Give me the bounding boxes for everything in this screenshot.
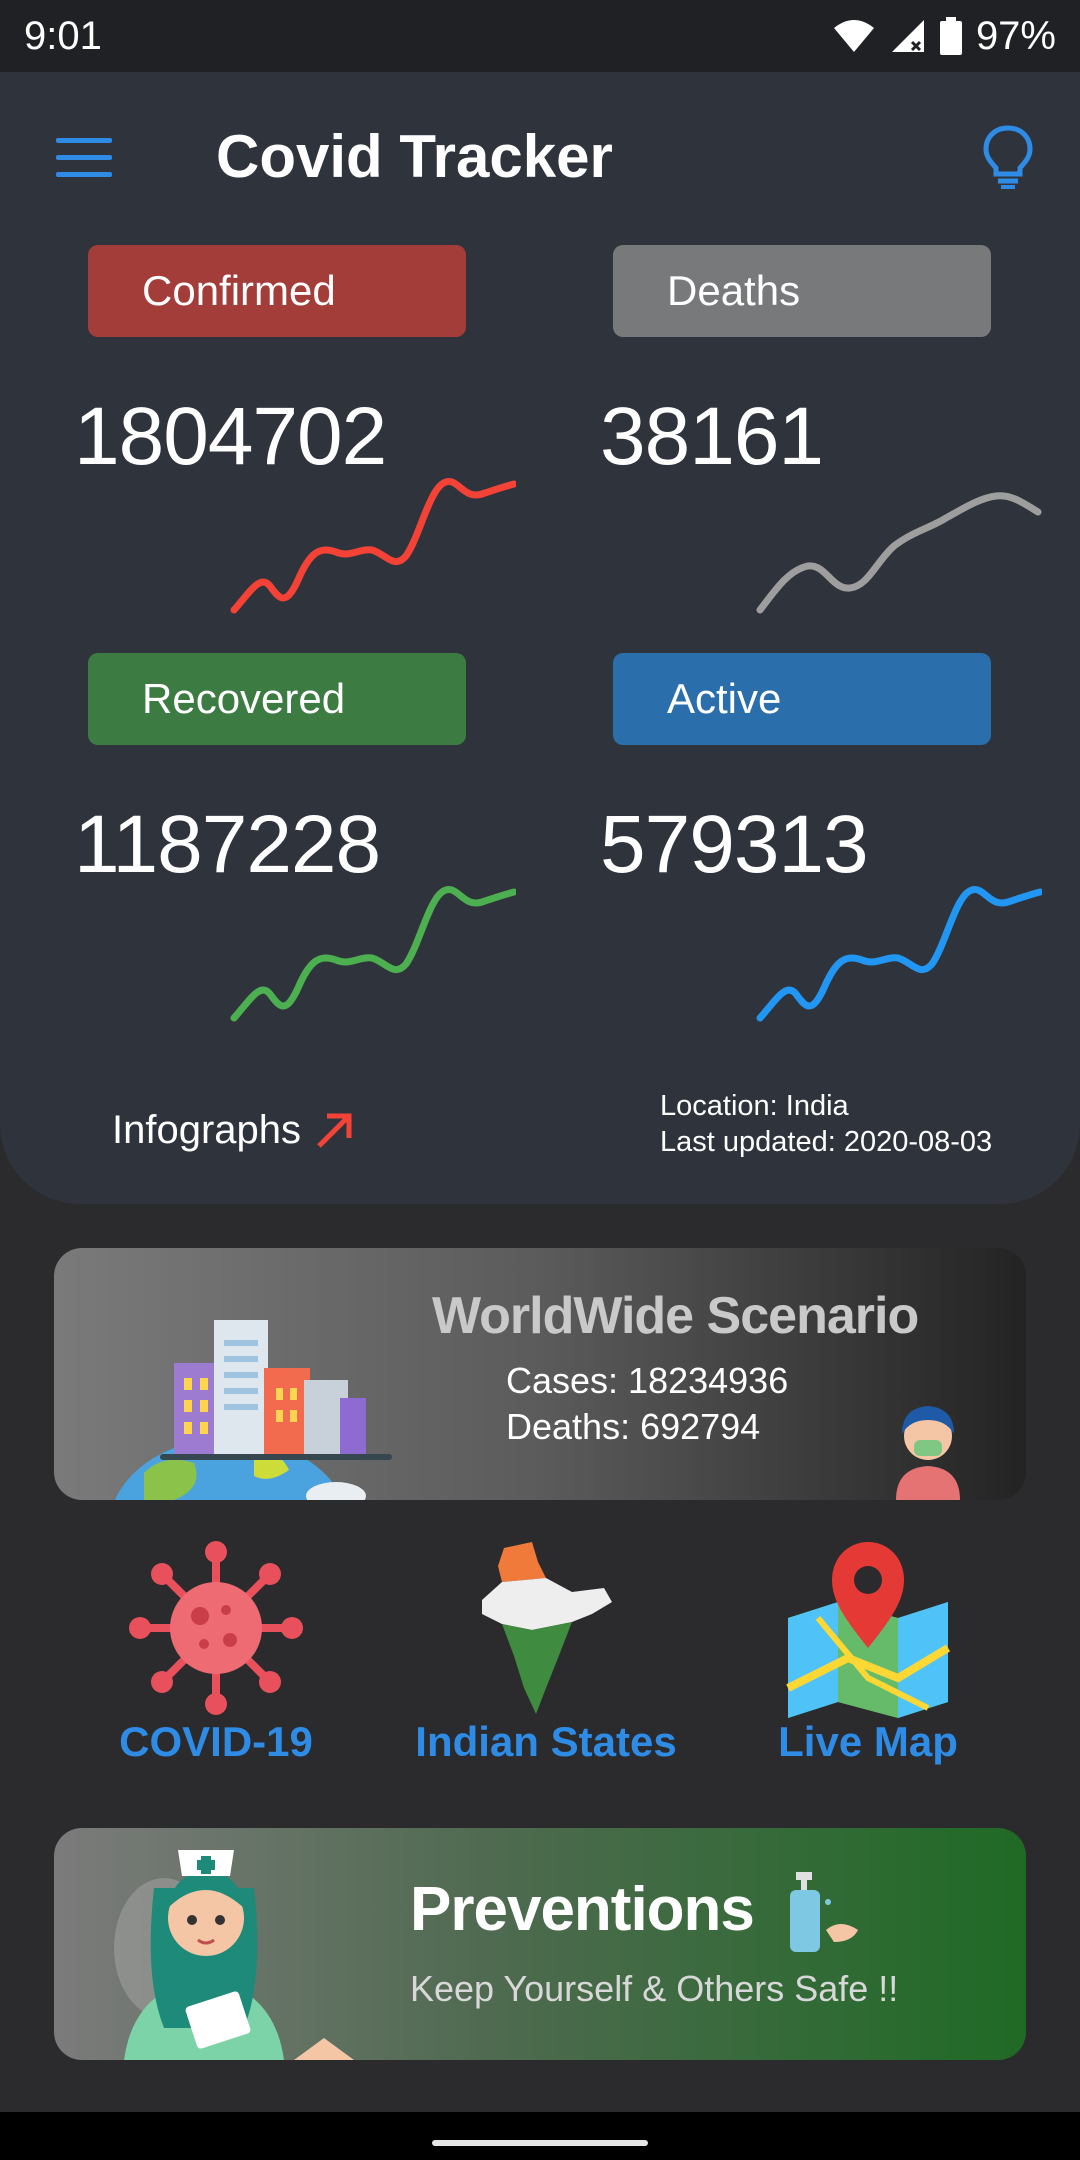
active-badge[interactable]: Active	[613, 653, 991, 745]
worldwide-cases: Cases: 18234936	[506, 1360, 789, 1401]
confirmed-badge[interactable]: Confirmed	[88, 245, 466, 337]
recovered-badge[interactable]: Recovered	[88, 653, 466, 745]
deaths-badge[interactable]: Deaths	[613, 245, 991, 337]
covid19-label: COVID-19	[119, 1718, 313, 1765]
stats-panel	[0, 72, 1080, 1204]
city-globe-illustration	[114, 1320, 392, 1500]
worldwide-deaths: Deaths: 692794	[506, 1406, 761, 1447]
covid19-shortcut[interactable]: COVID-19	[66, 1538, 366, 1778]
india-map-icon	[482, 1542, 612, 1714]
wifi-icon	[833, 20, 874, 52]
indian-states-label: Indian States	[415, 1718, 677, 1765]
menu-icon[interactable]	[56, 138, 112, 178]
map-pin-icon	[786, 1542, 951, 1718]
indian-states-shortcut[interactable]: Indian States	[396, 1538, 696, 1778]
hand-sanitizer-icon	[790, 1872, 858, 1952]
live-map-label: Live Map	[778, 1718, 958, 1765]
arrow-up-right-icon	[317, 1113, 352, 1148]
app-title: Covid Tracker	[216, 123, 613, 190]
worldwide-title: WorldWide Scenario	[432, 1287, 919, 1345]
battery-icon	[939, 17, 962, 55]
nurse-illustration	[114, 1850, 354, 2060]
status-icons: 97%	[832, 14, 1056, 59]
worldwide-card[interactable]: WorldWide Scenario Cases: 18234936 Death…	[54, 1248, 1026, 1500]
last-updated-text: Last updated: 2020-08-03	[660, 1126, 993, 1158]
recovered-sparkline	[230, 886, 516, 1022]
virus-icon	[129, 1541, 303, 1715]
lightbulb-icon[interactable]	[980, 124, 1036, 190]
signal-icon	[891, 20, 924, 52]
masked-person-icon	[896, 1406, 960, 1500]
status-bar: 9:01 97%	[0, 0, 1080, 72]
preventions-card[interactable]: Preventions Keep Yourself & Others Safe …	[54, 1828, 1026, 2060]
live-map-shortcut[interactable]: Live Map	[718, 1538, 1018, 1778]
status-time: 9:01	[24, 13, 102, 58]
home-gesture-handle[interactable]	[432, 2140, 648, 2146]
preventions-subtitle: Keep Yourself & Others Safe !!	[410, 1968, 899, 2009]
location-text: Location: India	[660, 1090, 849, 1122]
battery-percent: 97%	[975, 13, 1056, 58]
active-sparkline	[756, 886, 1042, 1022]
confirmed-sparkline	[230, 478, 516, 614]
deaths-sparkline	[756, 492, 1042, 614]
infographs-link[interactable]: Infographs	[112, 1108, 353, 1153]
infographs-label: Infographs	[112, 1108, 302, 1152]
preventions-title: Preventions	[410, 1875, 755, 1944]
location-info: Location: India Last updated: 2020-08-03	[660, 1088, 992, 1160]
navigation-bar	[0, 2112, 1080, 2160]
